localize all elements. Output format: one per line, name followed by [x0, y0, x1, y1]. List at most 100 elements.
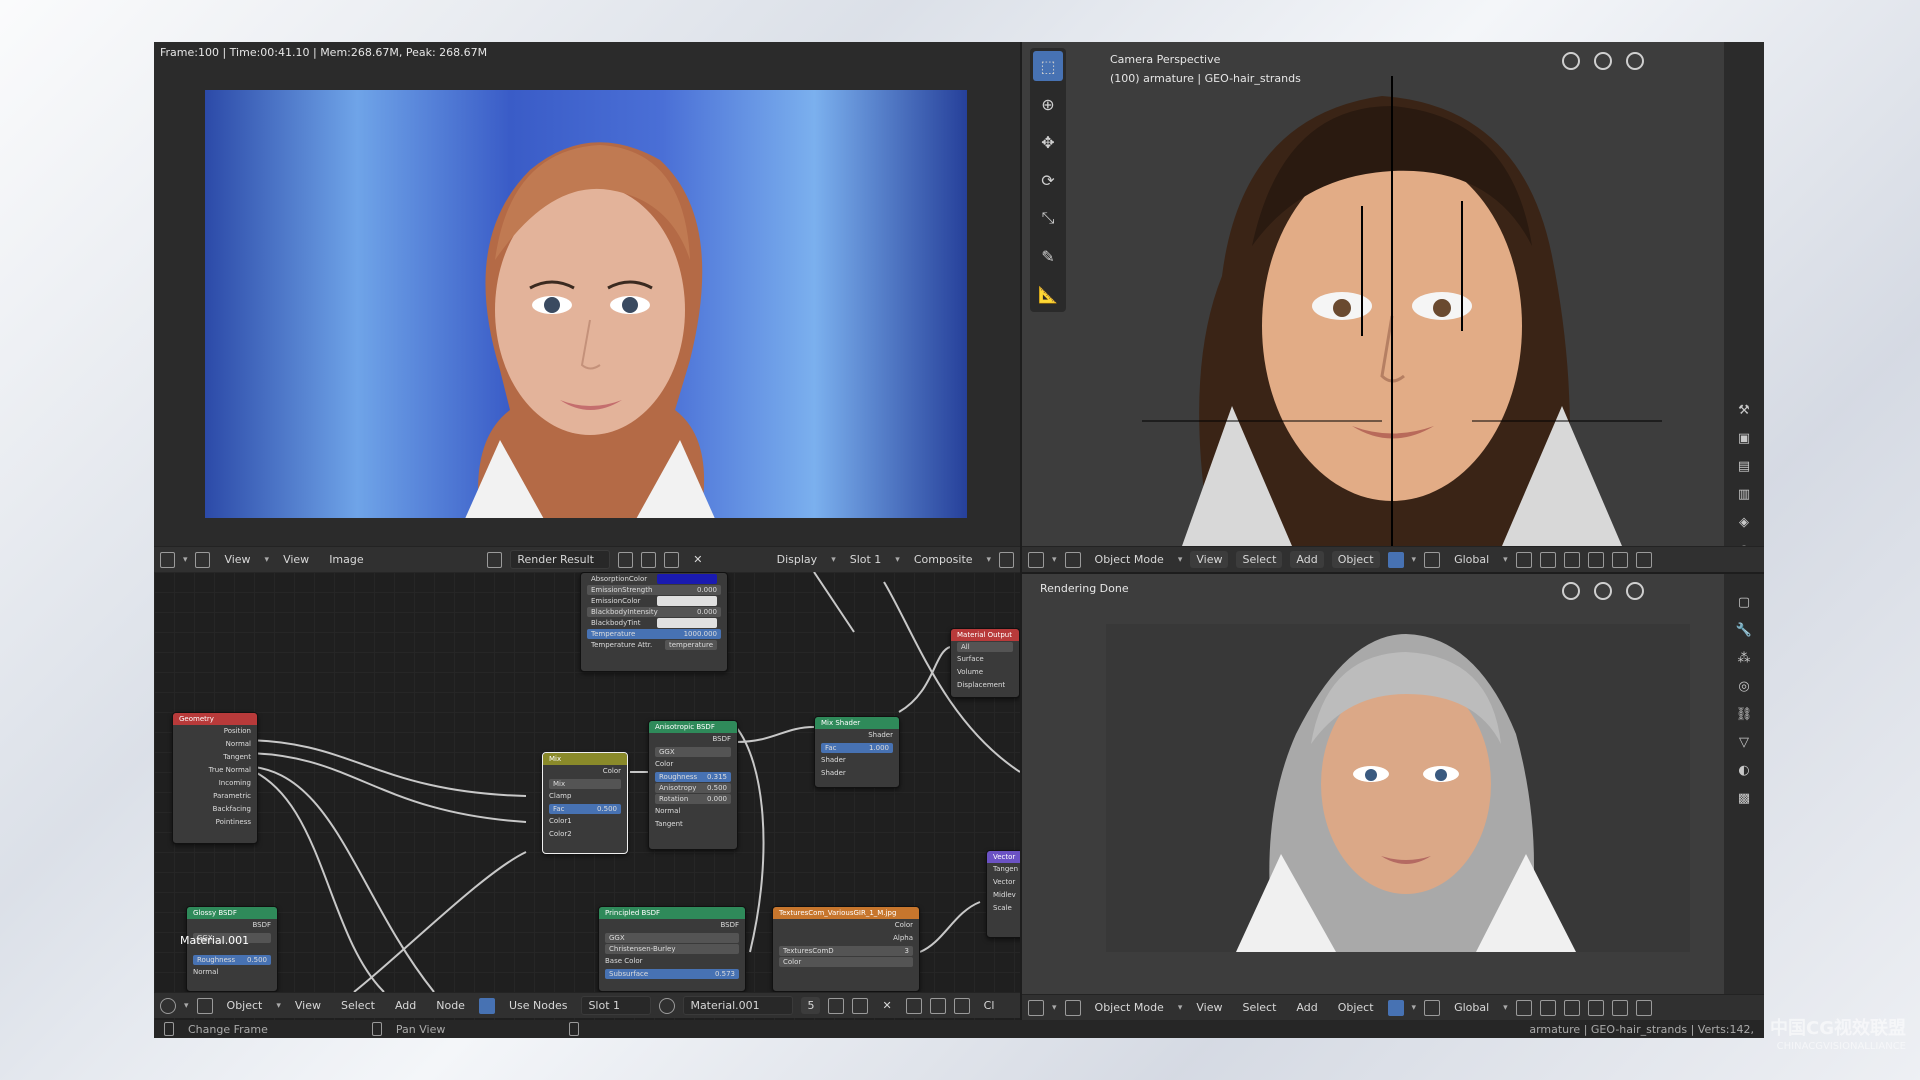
zoom-icon[interactable]: [1626, 52, 1644, 70]
scopes-icon[interactable]: [999, 551, 1015, 568]
menu-view[interactable]: View: [1190, 551, 1229, 568]
3d-viewport-render[interactable]: Rendering Done ▢ 🔧 ⁂ ◎ ⛓ ▽ ◐ ▩ ▾ Object …: [1022, 574, 1764, 1020]
object-mode-dropdown[interactable]: Object Mode: [1089, 999, 1170, 1016]
menu-select[interactable]: Select: [335, 997, 381, 1014]
select-box-icon[interactable]: ⬚: [1033, 51, 1063, 81]
overlay-icon[interactable]: [1635, 551, 1652, 568]
use-nodes-checkbox[interactable]: [478, 997, 495, 1014]
material-properties-icon[interactable]: ◐: [1735, 762, 1753, 780]
fake-user-icon[interactable]: [828, 997, 845, 1014]
duplicate-icon[interactable]: [852, 997, 869, 1014]
cursor-icon[interactable]: ⊕: [1033, 89, 1063, 119]
falloff-icon[interactable]: [1587, 999, 1604, 1016]
zoom-icon[interactable]: [1626, 582, 1644, 600]
glossy-roughness-slider[interactable]: Roughness 0.500: [193, 955, 271, 965]
anisotropic-rotation-slider[interactable]: Rotation 0.000: [655, 794, 731, 804]
material-user-count[interactable]: 5: [801, 997, 821, 1014]
snap-icon[interactable]: [953, 997, 970, 1014]
scale-icon[interactable]: ⤡: [1033, 203, 1063, 233]
node-mix-shader[interactable]: Mix Shader Shader Fac 1.000 Shader Shader: [814, 716, 900, 788]
overlay-icon[interactable]: [1635, 999, 1652, 1016]
pan-hand-icon[interactable]: [1594, 52, 1612, 70]
node-geometry[interactable]: Geometry Position Normal Tangent True No…: [172, 712, 258, 844]
anisotropic-anisotropy-slider[interactable]: Anisotropy 0.500: [655, 783, 731, 793]
tool-properties-icon[interactable]: ⚒: [1735, 402, 1753, 420]
menu-view[interactable]: View: [1190, 999, 1228, 1016]
snap-icon[interactable]: [1539, 551, 1556, 568]
shader-type-dropdown[interactable]: Object: [221, 997, 269, 1014]
orientation-dropdown[interactable]: Global: [1448, 999, 1495, 1016]
close-icon[interactable]: ✕: [687, 551, 708, 568]
image-name-field[interactable]: Render Result: [510, 550, 611, 569]
scene-properties-icon[interactable]: ◈: [1735, 514, 1753, 532]
camera-view-icon[interactable]: [1562, 582, 1580, 600]
view-dropdown[interactable]: View: [218, 551, 256, 568]
rotate-icon[interactable]: ⟳: [1033, 165, 1063, 195]
node-material-output[interactable]: Material Output All Surface Volume Displ…: [950, 628, 1020, 698]
measure-icon[interactable]: 📐: [1033, 279, 1063, 309]
mix-shader-fac-slider[interactable]: Fac 1.000: [821, 743, 893, 753]
menu-view[interactable]: View: [277, 551, 315, 568]
shader-type-icon[interactable]: [196, 997, 213, 1014]
shader-node-editor[interactable]: AbsorptionColor EmissionStrength 0.000 Em…: [154, 572, 1020, 1020]
material-output-target-dropdown[interactable]: All: [957, 642, 1013, 652]
menu-add[interactable]: Add: [1290, 999, 1323, 1016]
mix-fac-slider[interactable]: Fac 0.500: [549, 804, 621, 814]
pin-icon[interactable]: [618, 551, 634, 568]
menu-add[interactable]: Add: [389, 997, 422, 1014]
duplicate-icon[interactable]: [641, 551, 657, 568]
view-layer-icon[interactable]: ▥: [1735, 486, 1753, 504]
mix-blend-dropdown[interactable]: Mix: [549, 779, 621, 789]
editor-type-icon[interactable]: [160, 997, 176, 1014]
pivot-icon[interactable]: [1515, 999, 1532, 1016]
transform-orientation-icon[interactable]: [1387, 551, 1404, 568]
object-mode-icon[interactable]: [1064, 999, 1081, 1016]
texture-properties-icon[interactable]: ▩: [1735, 790, 1753, 808]
falloff-icon[interactable]: [1587, 551, 1604, 568]
menu-node[interactable]: Node: [430, 997, 471, 1014]
node-mix[interactable]: Mix Color Mix Clamp Fac 0.500 Color1 Colo…: [542, 752, 628, 854]
menu-select[interactable]: Select: [1236, 999, 1282, 1016]
menu-image[interactable]: Image: [323, 551, 369, 568]
pin-icon[interactable]: [905, 997, 922, 1014]
folder-icon[interactable]: [664, 551, 680, 568]
proportional-edit-icon[interactable]: [1563, 551, 1580, 568]
anisotropic-distribution-dropdown[interactable]: GGX: [655, 747, 731, 757]
object-mode-icon[interactable]: [1064, 551, 1081, 568]
principled-subsurface-method-dropdown[interactable]: Christensen-Burley: [605, 944, 739, 954]
node-principled-bsdf[interactable]: Principled BSDF BSDF GGX Christensen-Bur…: [598, 906, 746, 992]
global-axis-icon[interactable]: [1424, 999, 1441, 1016]
modifier-properties-icon[interactable]: 🔧: [1735, 622, 1753, 640]
close-icon[interactable]: ✕: [876, 997, 897, 1014]
node-anisotropic-bsdf[interactable]: Anisotropic BSDF BSDF GGX Color Roughnes…: [648, 720, 738, 850]
pan-hand-icon[interactable]: [1594, 582, 1612, 600]
object-properties-icon[interactable]: ▢: [1735, 594, 1753, 612]
view-mode-icon[interactable]: [195, 551, 211, 568]
node-vector[interactable]: Vector Tangen Vector Midlev Scale: [986, 850, 1020, 938]
menu-select[interactable]: Select: [1236, 551, 1283, 568]
overflow-truncated-label[interactable]: Cl: [978, 997, 1001, 1014]
slot-dropdown[interactable]: Slot 1: [581, 996, 652, 1015]
principled-distribution-dropdown[interactable]: GGX: [605, 933, 739, 943]
node-glossy-bsdf[interactable]: Glossy BSDF BSDF GGX Roughness 0.500 Norm…: [186, 906, 278, 992]
proportional-edit-icon[interactable]: [1563, 999, 1580, 1016]
menu-object[interactable]: Object: [1332, 999, 1380, 1016]
pivot-icon[interactable]: [1515, 551, 1532, 568]
move-icon[interactable]: ✥: [1033, 127, 1063, 157]
mix-clamp-checkbox[interactable]: Clamp: [543, 790, 627, 803]
3d-viewport-camera[interactable]: ⬚ ⊕ ✥ ⟳ ⤡ ✎ 📐 Camera Perspective (100) a…: [1022, 42, 1764, 572]
camera-view-icon[interactable]: [1562, 52, 1580, 70]
texture-colorspace-dropdown[interactable]: Color: [779, 957, 913, 967]
transform-orientation-icon[interactable]: [1387, 999, 1404, 1016]
render-properties-icon[interactable]: ▣: [1735, 430, 1753, 448]
output-properties-icon[interactable]: ▤: [1735, 458, 1753, 476]
anisotropic-roughness-slider[interactable]: Roughness 0.315: [655, 772, 731, 782]
physics-icon[interactable]: ◎: [1735, 678, 1753, 696]
image-browse-icon[interactable]: [487, 551, 503, 568]
texture-image-field[interactable]: TexturesComD 3: [779, 946, 913, 956]
menu-view[interactable]: View: [289, 997, 327, 1014]
node-image-texture[interactable]: TexturesCom_VariousGIR_1_M.jpg Color Alp…: [772, 906, 920, 992]
editor-type-icon[interactable]: [1028, 551, 1044, 568]
slot-dropdown[interactable]: Slot 1: [844, 551, 888, 568]
material-name-field[interactable]: Material.001: [683, 996, 794, 1015]
